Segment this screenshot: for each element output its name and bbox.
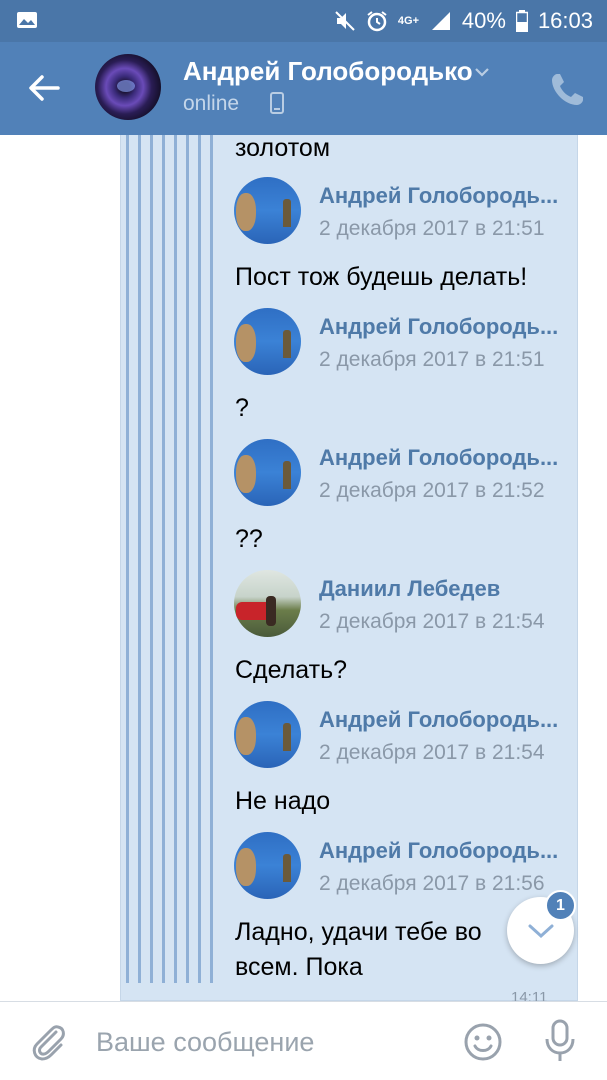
forwarded-message-text: Ладно, удачи тебе во (235, 918, 482, 946)
unread-badge: 1 (545, 890, 576, 921)
message-date: 2 декабря 2017 в 21:54 (319, 610, 545, 633)
forwarded-message-text: всем. Пока (235, 953, 363, 981)
sender-name[interactable]: Даниил Лебедев (319, 576, 500, 602)
conversation-header: Андрей Голобородько online (0, 42, 607, 135)
sender-avatar[interactable] (234, 832, 301, 899)
chevron-down-icon[interactable] (474, 66, 490, 78)
status-bar: 4G+ 40% 16:03 (0, 0, 607, 42)
clock: 16:03 (537, 8, 593, 33)
message-date: 2 декабря 2017 в 21:51 (319, 348, 545, 371)
composer-bar (0, 1001, 607, 1080)
sender-avatar[interactable] (234, 308, 301, 375)
message-date: 2 декабря 2017 в 21:54 (319, 741, 545, 764)
emoji-icon[interactable] (463, 1022, 503, 1062)
sender-avatar[interactable] (234, 701, 301, 768)
contact-avatar[interactable] (95, 54, 161, 120)
mobile-device-icon (270, 92, 284, 114)
sender-name[interactable]: Андрей Голобородь... (319, 314, 558, 340)
message-date: 2 декабря 2017 в 21:52 (319, 479, 545, 502)
forwarded-message-text: Пост тож будешь делать! (235, 263, 528, 291)
network-label: 4G+ (397, 14, 419, 27)
sender-name[interactable]: Андрей Голобородь... (319, 183, 558, 209)
signal-icon (431, 12, 450, 30)
forwarded-message-text: ? (235, 394, 249, 422)
back-button[interactable] (20, 66, 68, 110)
battery-icon (515, 10, 528, 32)
sender-avatar[interactable] (234, 439, 301, 506)
message-time: 14:11 (511, 989, 548, 1001)
back-arrow-icon (29, 75, 60, 101)
image-icon (17, 12, 37, 28)
forwarded-message-text: Не надо (235, 787, 331, 815)
battery-percent: 40% (461, 8, 506, 33)
sender-avatar[interactable] (234, 177, 301, 244)
message-date: 2 декабря 2017 в 21:56 (319, 872, 545, 895)
forward-quote-lines (126, 135, 222, 983)
message-date: 2 декабря 2017 в 21:51 (319, 217, 545, 240)
paperclip-icon[interactable] (28, 1020, 68, 1064)
forwarded-message-text: Сделать? (235, 656, 348, 684)
alarm-icon (367, 11, 387, 32)
chevron-down-icon (528, 924, 553, 938)
contact-name[interactable]: Андрей Голобородько (183, 56, 473, 87)
forwarded-message-text: золотом (235, 135, 331, 162)
mute-icon (335, 11, 355, 31)
sender-name[interactable]: Андрей Голобородь... (319, 707, 558, 733)
message-input[interactable] (96, 1022, 436, 1062)
message-list[interactable]: золотом Андрей Голобородь... 2 декабря 2… (0, 135, 607, 1001)
forwarded-message-text: ?? (235, 525, 263, 553)
online-status: online (183, 92, 240, 115)
phone-icon[interactable] (547, 70, 587, 110)
sender-name[interactable]: Андрей Голобородь... (319, 838, 558, 864)
sender-name[interactable]: Андрей Голобородь... (319, 445, 558, 471)
microphone-icon[interactable] (540, 1018, 580, 1064)
sender-avatar[interactable] (234, 570, 301, 637)
